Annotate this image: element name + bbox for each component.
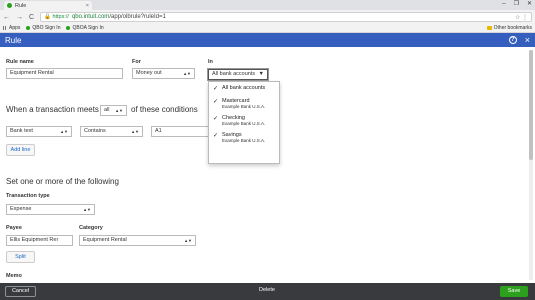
category-label: Category: [79, 225, 103, 231]
url-text: qbo.intuit.com/app/olbrule?ruleId=1: [71, 14, 166, 20]
dialog-footer: Cancel Delete Save: [0, 283, 535, 300]
section-set-following: Set one or more of the following: [6, 177, 119, 186]
category-select[interactable]: Equipment Rental ▲▼: [79, 235, 196, 246]
save-button[interactable]: Save: [500, 286, 528, 297]
rule-dialog-header: Rule ? ×: [0, 33, 535, 47]
cancel-button[interactable]: Cancel: [5, 286, 36, 297]
payee-input[interactable]: Ellis Equipment Rer: [6, 235, 73, 246]
maximize-icon[interactable]: ❐: [514, 0, 519, 9]
minimize-icon[interactable]: –: [502, 0, 505, 9]
window-controls: – ❐ ✕: [502, 0, 532, 9]
browser-tab[interactable]: Rule ×: [4, 1, 92, 10]
caret-icon: ▲▼: [131, 129, 139, 134]
lock-icon: 🔒 https://: [44, 14, 69, 20]
bookmark-apps[interactable]: Apps: [3, 25, 20, 31]
in-label: In: [208, 59, 213, 65]
apps-grid-icon: [3, 26, 7, 30]
folder-icon: [486, 26, 492, 30]
caret-icon: ▲▼: [115, 108, 123, 113]
conditions-match-select[interactable]: all ▲▼: [100, 105, 127, 116]
reload-icon[interactable]: C: [29, 14, 34, 21]
tab-close-icon[interactable]: ×: [86, 3, 89, 9]
condition-value-input[interactable]: A1: [151, 126, 208, 137]
back-icon[interactable]: ←: [3, 14, 10, 21]
conditions-suffix: of these conditions: [131, 105, 198, 114]
delete-button[interactable]: Delete: [255, 286, 279, 297]
dropdown-option-checking[interactable]: ✓ Checking Example Bank U.S.A.: [209, 112, 279, 129]
transaction-type-select[interactable]: Expense ▲▼: [6, 204, 95, 215]
dropdown-option-savings[interactable]: ✓ Savings Example Bank U.S.A.: [209, 129, 279, 146]
tab-title: Rule: [15, 2, 27, 9]
payee-label: Payee: [6, 225, 22, 231]
checkmark-icon: ✓: [213, 86, 219, 92]
memo-label: Memo: [6, 273, 22, 279]
quickbooks-icon: [66, 26, 71, 30]
for-label: For: [132, 59, 141, 65]
quickbooks-favicon-icon: [7, 3, 12, 8]
rule-name-input[interactable]: Equipment Rental: [6, 68, 123, 79]
condition-field-select[interactable]: Bank text ▲▼: [6, 126, 72, 137]
chevron-down-icon: ▼: [258, 71, 264, 77]
dropdown-option-all-accounts[interactable]: ✓ All bank accounts: [209, 82, 279, 95]
split-button[interactable]: Split: [6, 251, 35, 263]
scrollbar[interactable]: [529, 50, 533, 280]
caret-icon: ▲▼: [183, 71, 191, 76]
add-line-button[interactable]: Add line: [6, 144, 35, 156]
other-bookmarks[interactable]: Other bookmarks: [486, 25, 532, 31]
checkmark-icon: ✓: [213, 133, 219, 139]
caret-icon: ▲▼: [184, 238, 192, 243]
bank-accounts-dropdown: ✓ All bank accounts ✓ Mastercard Example …: [208, 81, 280, 164]
in-select[interactable]: All bank accounts ▼: [208, 69, 268, 80]
condition-operator-select[interactable]: Contains ▲▼: [80, 126, 143, 137]
transaction-type-label: Transaction type: [6, 193, 50, 199]
dropdown-option-mastercard[interactable]: ✓ Mastercard Example Bank U.S.A.: [209, 95, 279, 112]
url-input[interactable]: 🔒 https:// qbo.intuit.com/app/olbrule?ru…: [40, 12, 532, 22]
checkmark-icon: ✓: [213, 99, 219, 105]
window-close-icon[interactable]: ✕: [527, 0, 532, 9]
forward-icon[interactable]: →: [16, 14, 23, 21]
dialog-title: Rule: [5, 35, 22, 45]
bookmark-star-icon[interactable]: ☆ ⋮: [515, 14, 528, 21]
close-icon[interactable]: ×: [525, 36, 530, 45]
rule-form: Rule name Equipment Rental For Money out…: [0, 47, 535, 283]
rule-name-label: Rule name: [6, 59, 34, 65]
for-select[interactable]: Money out ▲▼: [132, 68, 195, 79]
help-icon[interactable]: ?: [508, 36, 517, 44]
bookmark-qbo-sign-in[interactable]: QBO Sign In: [26, 25, 60, 31]
browser-tab-bar: Rule × – ❐ ✕: [0, 0, 535, 10]
checkmark-icon: ✓: [213, 116, 219, 122]
address-bar: ← → C 🔒 https:// qbo.intuit.com/app/olbr…: [0, 10, 535, 24]
bookmark-qboa-sign-in[interactable]: QBOA Sign In: [66, 25, 104, 31]
caret-icon: ▲▼: [60, 129, 68, 134]
scrollbar-thumb[interactable]: [529, 50, 533, 160]
bookmarks-bar: Apps QBO Sign In QBOA Sign In Other book…: [0, 24, 535, 33]
conditions-prefix: When a transaction meets: [6, 105, 99, 114]
caret-icon: ▲▼: [83, 207, 91, 212]
quickbooks-icon: [26, 26, 31, 30]
